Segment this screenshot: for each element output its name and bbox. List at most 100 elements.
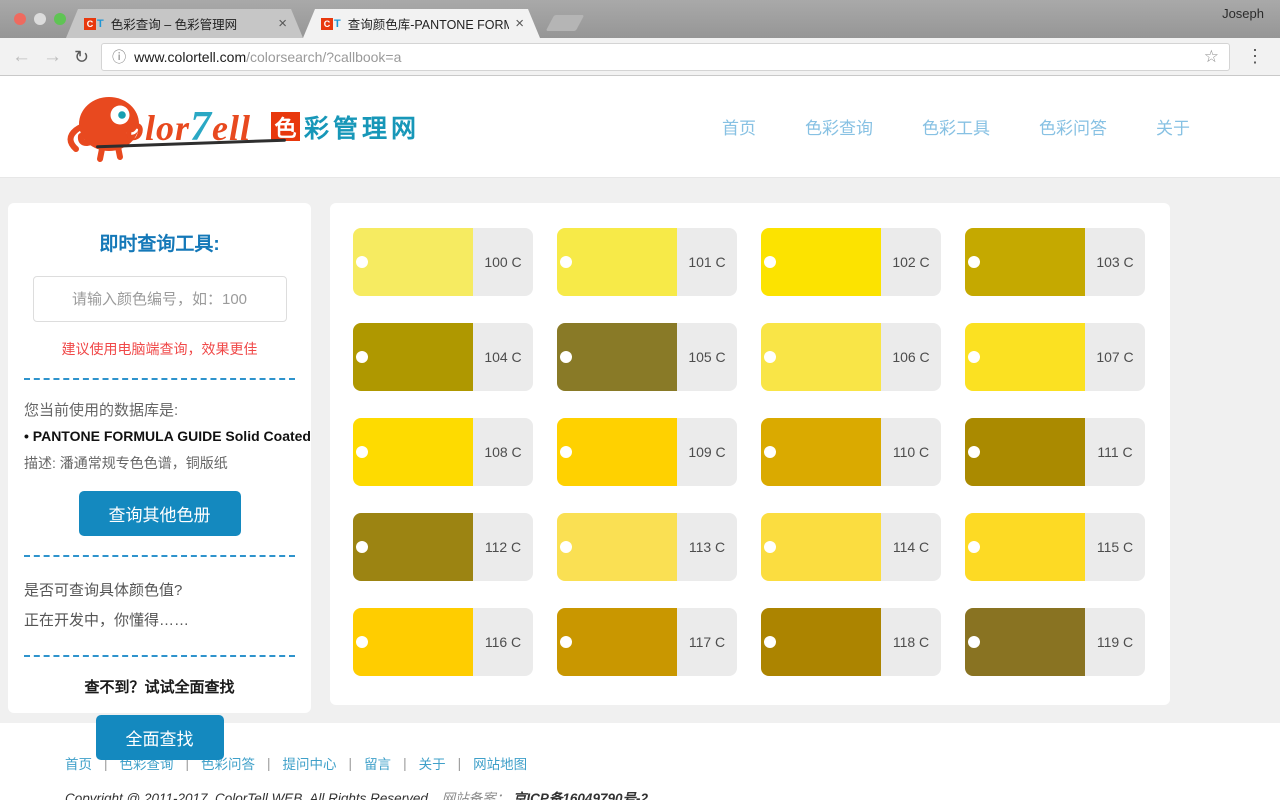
current-db-name: • PANTONE FORMULA GUIDE Solid Coated	[24, 428, 295, 444]
other-colorbooks-button[interactable]: 查询其他色册	[79, 491, 241, 536]
main-nav: 首页 色彩查询 色彩工具 色彩问答 关于	[722, 76, 1190, 177]
color-code-input[interactable]	[33, 276, 287, 322]
swatch-color-area	[557, 323, 677, 391]
color-swatch-card[interactable]: 117 C	[557, 608, 737, 676]
swatch-color-area	[353, 513, 473, 581]
color-swatch-card[interactable]: 108 C	[353, 418, 533, 486]
swatch-label: 104 C	[473, 323, 533, 391]
color-swatch-card[interactable]: 113 C	[557, 513, 737, 581]
browser-menu-icon[interactable]: ⋮	[1242, 46, 1268, 67]
footer-link[interactable]: 留言	[364, 753, 391, 773]
footer-link[interactable]: 关于	[419, 753, 446, 773]
swatch-hole-dot	[356, 446, 368, 458]
tab-title: 查询颜色库-PANTONE FORMUL	[348, 14, 510, 33]
tab-close-icon[interactable]: ×	[513, 15, 526, 32]
back-icon[interactable]: ←	[12, 47, 31, 66]
footer-links: 首页 | 色彩查询 | 色彩问答 | 提问中心 | 留言 |	[65, 753, 1280, 773]
color-swatch-card[interactable]: 107 C	[965, 323, 1145, 391]
swatch-color-area	[353, 323, 473, 391]
color-swatch-card[interactable]: 110 C	[761, 418, 941, 486]
footer-link[interactable]: 首页	[65, 753, 92, 773]
new-tab-button[interactable]	[546, 15, 585, 31]
page-info-icon[interactable]: ⓘ	[112, 47, 126, 67]
color-swatch-card[interactable]: 111 C	[965, 418, 1145, 486]
color-swatch-card[interactable]: 100 C	[353, 228, 533, 296]
nav-item[interactable]: 色彩查询	[805, 114, 873, 139]
swatch-label: 110 C	[881, 418, 941, 486]
swatch-label: 103 C	[1085, 228, 1145, 296]
swatch-label: 113 C	[677, 513, 737, 581]
swatch-grid: 100 C 101 C 102 C	[353, 228, 1147, 676]
site-header: olor7ell 色 彩管理网 首页 色彩查询 色彩工具 色彩问答 关于	[0, 76, 1280, 178]
swatch-hole-dot	[560, 446, 572, 458]
footer-link[interactable]: 网站地图	[473, 753, 527, 773]
color-swatch-card[interactable]: 106 C	[761, 323, 941, 391]
swatch-hole-dot	[356, 351, 368, 363]
swatch-hole-dot	[764, 636, 776, 648]
close-window-button[interactable]	[14, 13, 26, 25]
nav-item[interactable]: 色彩工具	[922, 114, 990, 139]
swatch-hole-dot	[968, 256, 980, 268]
nav-item[interactable]: 首页	[722, 114, 756, 139]
search-all-button[interactable]: 全面查找	[96, 715, 224, 760]
swatch-color-area	[965, 608, 1085, 676]
color-swatch-card[interactable]: 114 C	[761, 513, 941, 581]
browser-titlebar: Joseph C T 色彩查询 – 色彩管理网 × C T 查询颜色库-PANT…	[0, 0, 1280, 38]
swatch-color-area	[557, 513, 677, 581]
swatch-color-area	[965, 513, 1085, 581]
swatch-color-area	[965, 323, 1085, 391]
window-controls	[14, 13, 66, 25]
tab-pantone-library[interactable]: C T 查询颜色库-PANTONE FORMUL ×	[303, 9, 540, 38]
swatch-hole-dot	[560, 636, 572, 648]
swatch-color-area	[557, 418, 677, 486]
zoom-window-button[interactable]	[54, 13, 66, 25]
swatch-label: 114 C	[881, 513, 941, 581]
bookmark-star-icon[interactable]: ☆	[1204, 47, 1219, 67]
color-swatch-card[interactable]: 119 C	[965, 608, 1145, 676]
forward-icon[interactable]: →	[43, 47, 62, 66]
url-host: www.colortell.com	[134, 49, 246, 65]
swatch-hole-dot	[356, 636, 368, 648]
swatch-color-area	[557, 228, 677, 296]
footer-separator: |	[458, 756, 462, 771]
current-db-description: 描述: 潘通常规专色色谱，铜版纸	[24, 453, 295, 473]
reload-icon[interactable]: ↻	[74, 48, 89, 66]
current-db-label: 您当前使用的数据库是:	[24, 399, 295, 420]
swatch-label: 111 C	[1085, 418, 1145, 486]
colortell-favicon: C T	[321, 18, 341, 30]
url-bar[interactable]: ⓘ www.colortell.com /colorsearch/?callbo…	[101, 43, 1230, 71]
color-swatch-card[interactable]: 109 C	[557, 418, 737, 486]
footer-link[interactable]: 提问中心	[283, 753, 337, 773]
minimize-window-button[interactable]	[34, 13, 46, 25]
tab-close-icon[interactable]: ×	[276, 15, 289, 32]
color-swatch-card[interactable]: 102 C	[761, 228, 941, 296]
color-swatch-card[interactable]: 112 C	[353, 513, 533, 581]
swatch-color-area	[557, 608, 677, 676]
swatch-color-area	[761, 228, 881, 296]
logo-chinese-name: 色 彩管理网	[271, 109, 420, 145]
swatch-label: 116 C	[473, 608, 533, 676]
color-swatch-card[interactable]: 103 C	[965, 228, 1145, 296]
swatch-label: 109 C	[677, 418, 737, 486]
color-swatch-card[interactable]: 105 C	[557, 323, 737, 391]
colortell-logo[interactable]: olor7ell 色 彩管理网	[62, 91, 420, 163]
swatch-hole-dot	[356, 256, 368, 268]
color-swatch-card[interactable]: 104 C	[353, 323, 533, 391]
nav-item[interactable]: 色彩问答	[1039, 114, 1107, 139]
color-swatch-card[interactable]: 116 C	[353, 608, 533, 676]
swatch-label: 117 C	[677, 608, 737, 676]
swatch-hole-dot	[968, 541, 980, 553]
faq-answer-text: 正在开发中，你懂得……	[24, 606, 295, 636]
swatch-hole-dot	[356, 541, 368, 553]
color-swatch-card[interactable]: 101 C	[557, 228, 737, 296]
nav-item[interactable]: 关于	[1156, 114, 1190, 139]
sidebar-title: 即时查询工具:	[24, 229, 295, 256]
icp-label: 网站备案：	[442, 791, 510, 800]
swatch-hole-dot	[968, 636, 980, 648]
tab-color-search-home[interactable]: C T 色彩查询 – 色彩管理网 ×	[66, 9, 303, 38]
logo-wordmark: olor7ell	[126, 103, 251, 151]
swatch-color-area	[965, 418, 1085, 486]
footer-separator: |	[349, 756, 353, 771]
color-swatch-card[interactable]: 118 C	[761, 608, 941, 676]
color-swatch-card[interactable]: 115 C	[965, 513, 1145, 581]
